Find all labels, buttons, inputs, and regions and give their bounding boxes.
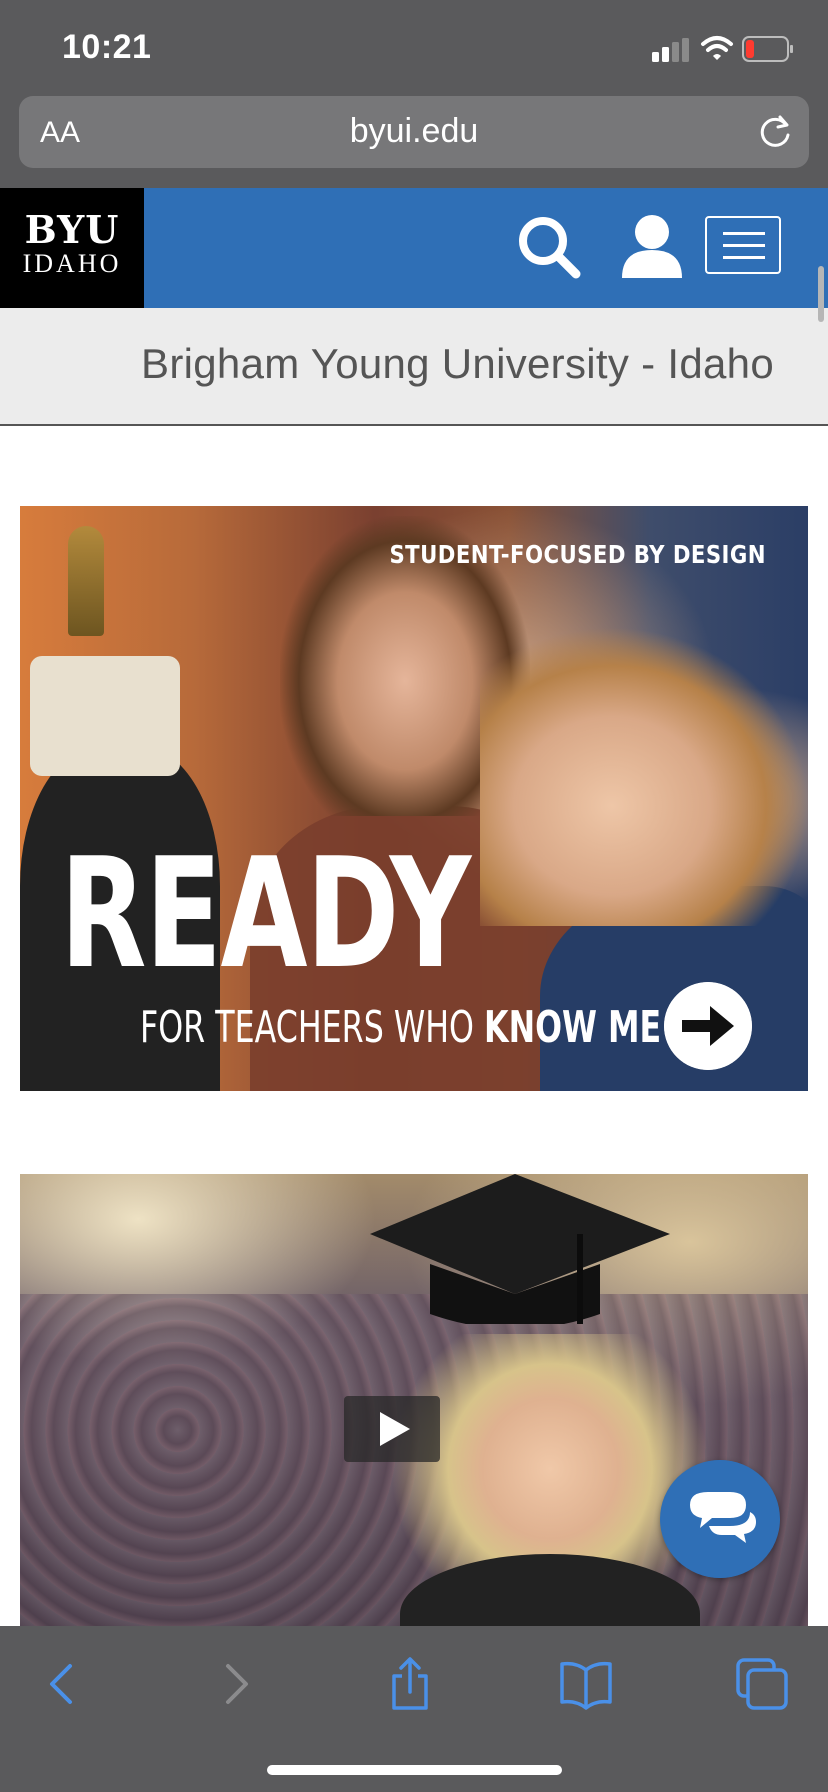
share-icon[interactable] (380, 1656, 440, 1712)
banner-subline-bold: KNOW ME (484, 1002, 662, 1053)
byu-idaho-logo[interactable]: BYU IDAHO (0, 188, 144, 308)
page-title: Brigham Young University - Idaho (141, 340, 774, 387)
book-icon[interactable] (556, 1656, 616, 1712)
battery-low-icon (742, 36, 793, 62)
banner-subline-regular: FOR TEACHERS WHO (140, 1002, 485, 1053)
arrow-right-circle-icon[interactable] (664, 982, 752, 1070)
banner-tagline: STUDENT-FOCUSED BY DESIGN (389, 540, 766, 569)
cellular-signal-icon (652, 38, 689, 62)
banner-photo-shape (68, 526, 104, 636)
hamburger-menu-icon[interactable] (705, 216, 781, 274)
ready-banner[interactable]: STUDENT-FOCUSED BY DESIGN READY FOR TEAC… (20, 506, 808, 1091)
graduation-cap-shape (370, 1174, 670, 1324)
wifi-icon (701, 36, 733, 60)
status-time: 10:21 (62, 28, 152, 66)
home-indicator (267, 1765, 562, 1775)
logo-line-byu: BYU (24, 207, 120, 252)
play-icon[interactable] (344, 1396, 440, 1462)
forward-chevron-icon[interactable] (206, 1656, 266, 1712)
url-text[interactable]: byui.edu (0, 112, 828, 151)
tabs-icon[interactable] (732, 1656, 792, 1712)
back-chevron-icon[interactable] (32, 1656, 92, 1712)
banner-photo-shape (480, 626, 808, 926)
chat-bubbles-icon[interactable] (660, 1460, 780, 1578)
scroll-indicator (818, 266, 824, 322)
logo-line-idaho: IDAHO (22, 249, 122, 278)
banner-subline: FOR TEACHERS WHO KNOW ME (140, 1002, 661, 1053)
banner-headline: READY (60, 825, 471, 1002)
user-icon[interactable] (620, 212, 684, 278)
search-icon[interactable] (516, 214, 582, 280)
reload-icon[interactable] (756, 113, 794, 151)
